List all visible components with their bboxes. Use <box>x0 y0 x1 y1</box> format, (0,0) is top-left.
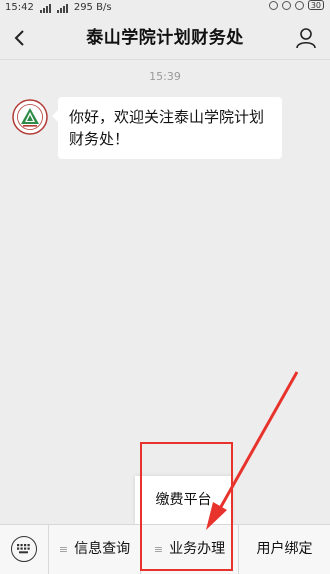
account-avatar[interactable] <box>12 99 48 135</box>
status-bar: 15:42 295 B/s 30 <box>0 0 330 16</box>
profile-icon[interactable] <box>294 26 318 50</box>
location-icon <box>281 0 291 10</box>
menu-item-user-binding[interactable]: 用户绑定 <box>238 525 330 574</box>
menu-icon: ≡ <box>58 543 69 556</box>
battery-icon: 30 <box>307 0 324 10</box>
signal-icon <box>39 3 51 13</box>
message-bubble: 你好，欢迎关注泰山学院计划财务处！ <box>52 97 282 159</box>
alarm-icon <box>294 0 304 10</box>
menu-item-info-query[interactable]: ≡ 信息查询 <box>48 525 140 574</box>
keyboard-icon[interactable] <box>11 536 37 562</box>
sync-icon <box>268 0 278 10</box>
message-timestamp: 15:39 <box>149 70 181 83</box>
network-speed: 295 B/s <box>73 2 112 13</box>
status-time: 15:42 <box>5 2 34 13</box>
signal-icon-2 <box>56 3 68 13</box>
menu-label: 信息查询 <box>74 541 131 557</box>
message-text: 你好，欢迎关注泰山学院计划财务处！ <box>69 108 265 148</box>
annotation-highlight-box <box>140 442 233 571</box>
nav-bar: 泰山学院计划财务处 <box>0 16 330 60</box>
menu-label: 用户绑定 <box>256 541 313 557</box>
page-title: 泰山学院计划财务处 <box>86 28 244 48</box>
